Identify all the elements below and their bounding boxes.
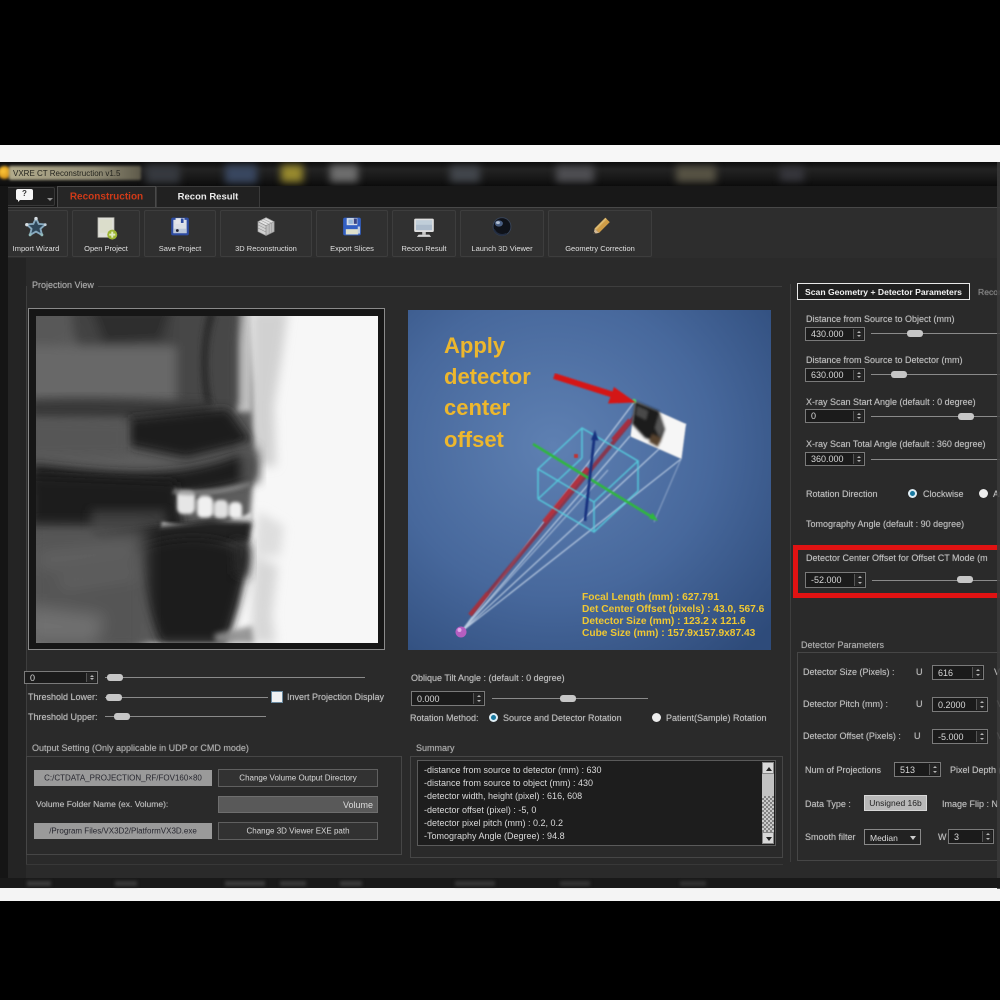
svg-text:Focal Length (mm) : 627.791: Focal Length (mm) : 627.791 — [582, 592, 719, 603]
svg-text:detector: detector — [444, 364, 531, 389]
svg-text:center: center — [444, 395, 510, 420]
svg-text:Detector Size (mm) : 123.2 x 1: Detector Size (mm) : 123.2 x 121.6 — [582, 616, 746, 627]
svg-text:Cube Size (mm) : 157.9x157.9x8: Cube Size (mm) : 157.9x157.9x87.43 — [582, 628, 756, 639]
svg-text:offset: offset — [444, 427, 505, 452]
svg-text:Apply: Apply — [444, 333, 506, 358]
svg-text:Det Center Offset (pixels) : 4: Det Center Offset (pixels) : 43.0, 567.6 — [582, 604, 765, 615]
